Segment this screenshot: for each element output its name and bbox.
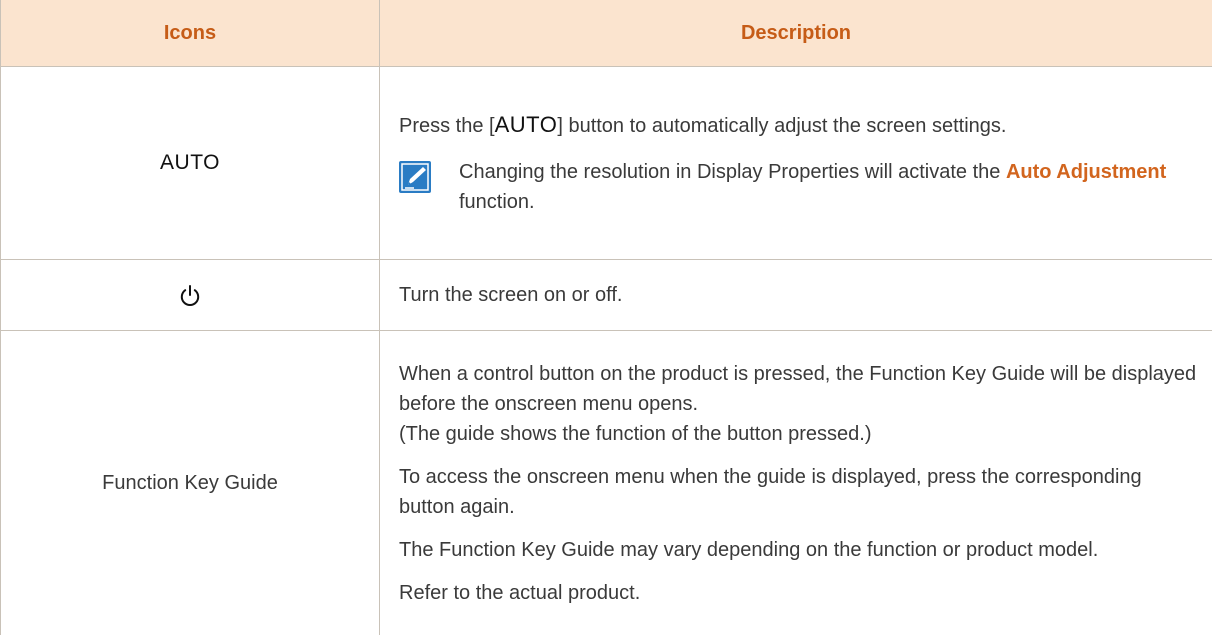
header-icons: Icons [0, 0, 380, 67]
function-key-guide-label: Function Key Guide [102, 472, 278, 494]
header-description: Description [379, 0, 1212, 67]
auto-adjustment-term: Auto Adjustment [1005, 160, 1167, 183]
icons-description-table: Icons Description AUTO Press the [AUTO] … [0, 0, 1212, 635]
note-block: Changing the resolution in Display Prope… [399, 157, 1200, 217]
icon-cell-power [0, 259, 380, 331]
auto-desc-after: ] button to automatically adjust the scr… [557, 114, 1007, 137]
fkg-paragraph-1: When a control button on the product is … [399, 359, 1200, 449]
note-text: Changing the resolution in Display Prope… [459, 157, 1200, 217]
auto-description: Press the [AUTO] button to automatically… [399, 110, 1200, 141]
fkg-p1-line2: (The guide shows the function of the but… [399, 422, 872, 445]
icon-cell-auto: AUTO [0, 66, 380, 260]
auto-key: AUTO [494, 111, 558, 137]
fkg-p1-line1: When a control button on the product is … [399, 362, 1197, 415]
desc-cell-power: Turn the screen on or off. [379, 259, 1212, 331]
desc-cell-fkg: When a control button on the product is … [379, 330, 1212, 635]
icon-cell-fkg: Function Key Guide [0, 330, 380, 635]
auto-label: AUTO [160, 151, 220, 174]
power-icon [180, 284, 200, 306]
power-description: Turn the screen on or off. [399, 284, 623, 306]
table-row-function-key-guide: Function Key Guide When a control button… [0, 330, 1212, 635]
note-pencil-icon [399, 160, 431, 193]
note-text-before: Changing the resolution in Display Prope… [459, 160, 1006, 183]
note-text-after: function. [459, 190, 535, 213]
table-row-auto: AUTO Press the [AUTO] button to automati… [0, 66, 1212, 260]
fkg-paragraph-2: To access the onscreen menu when the gui… [399, 465, 1142, 518]
table-header-row: Icons Description [0, 0, 1212, 67]
auto-desc-before: Press the [ [399, 114, 495, 137]
desc-cell-auto: Press the [AUTO] button to automatically… [379, 66, 1212, 260]
fkg-paragraph-4: Refer to the actual product. [399, 581, 641, 604]
fkg-paragraph-3: The Function Key Guide may vary dependin… [399, 538, 1099, 561]
table-row-power: Turn the screen on or off. [0, 259, 1212, 331]
